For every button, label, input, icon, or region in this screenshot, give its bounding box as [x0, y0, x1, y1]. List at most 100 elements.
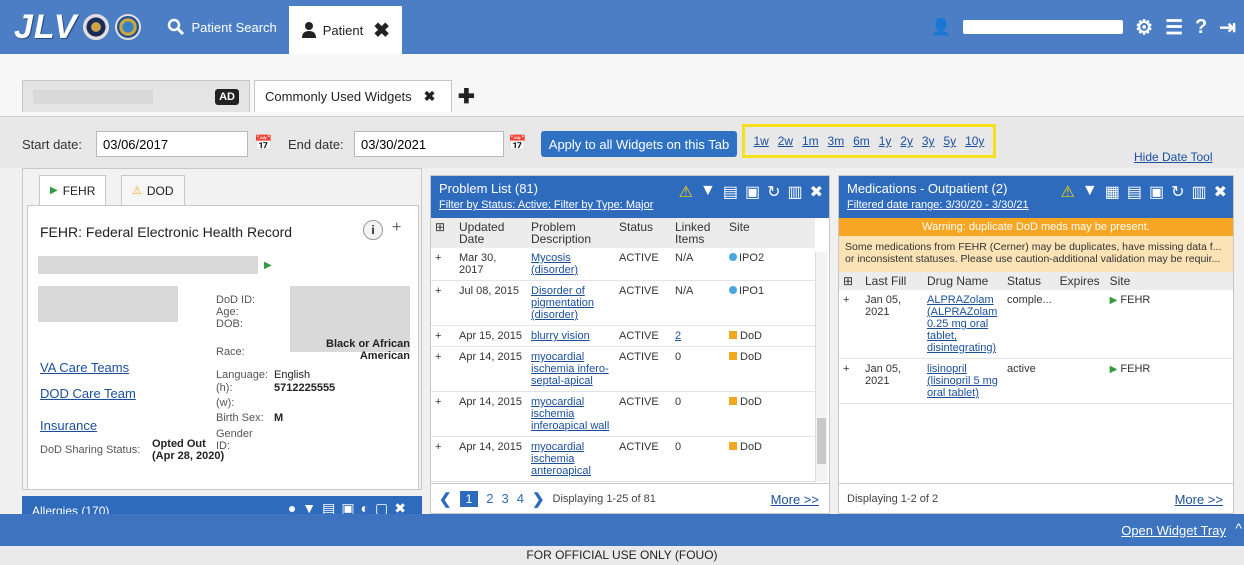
expand-icon[interactable]: +	[431, 248, 455, 281]
dod-care-team-link[interactable]: DOD Care Team	[40, 386, 136, 401]
problem-link[interactable]: myocardial ischemia anteroapical	[531, 441, 591, 477]
table-row[interactable]: + Jul 08, 2015 Disorder of pigmentation …	[431, 280, 815, 326]
refresh-icon[interactable]: ↻	[1171, 182, 1184, 202]
end-date-input[interactable]	[354, 131, 504, 157]
problem-link[interactable]: Disorder of pigmentation (disorder)	[531, 285, 594, 321]
hide-date-tool-link[interactable]: Hide Date Tool	[1134, 150, 1213, 164]
problem-link[interactable]: myocardial ischemia infero-septal-apical	[531, 351, 609, 387]
page-link-current[interactable]: 1	[459, 490, 479, 507]
column-header[interactable]: Updated Date	[455, 218, 527, 248]
scrollbar[interactable]	[815, 252, 827, 482]
expand-icon[interactable]: +	[839, 358, 861, 404]
close-icon[interactable]: ✖	[810, 182, 823, 202]
more-link[interactable]: More >>	[771, 492, 819, 507]
table-row[interactable]: + Jan 05, 2021 ALPRAZolam (ALPRAZolam 0.…	[839, 290, 1233, 359]
table-row[interactable]: + Apr 14, 2015 myocardial ischemia infer…	[431, 391, 815, 437]
start-date-input[interactable]	[96, 131, 248, 157]
table-row[interactable]: + Mar 30, 2017 Mycosis (disorder) ACTIVE…	[431, 248, 815, 281]
menu-icon[interactable]: ☰	[1165, 15, 1183, 40]
column-header[interactable]: Status	[1003, 272, 1056, 290]
clipboard-icon[interactable]: ▤	[1127, 182, 1142, 202]
drug-link[interactable]: lisinopril (lisinopril 5 mg oral tablet)	[927, 363, 998, 399]
tab-dod[interactable]: ⚠ DOD	[121, 175, 185, 205]
range-link[interactable]: 6m	[853, 134, 870, 148]
table-row[interactable]: + Apr 14, 2015 myocardial ischemia anter…	[431, 436, 815, 482]
range-link[interactable]: 2w	[778, 134, 793, 148]
help-icon[interactable]: ?	[1195, 16, 1207, 39]
clipboard-icon[interactable]: ▤	[723, 182, 738, 202]
range-link[interactable]: 10y	[965, 134, 984, 148]
page-link[interactable]: 4	[517, 491, 524, 506]
close-icon[interactable]: ✖	[424, 88, 436, 105]
drug-link[interactable]: ALPRAZolam (ALPRAZolam 0.25 mg oral tabl…	[927, 294, 997, 354]
column-header[interactable]: Last Fill	[861, 272, 923, 290]
range-link[interactable]: 3m	[828, 134, 845, 148]
column-header[interactable]: Problem Description	[527, 218, 615, 248]
filter-icon[interactable]: ▼	[700, 182, 716, 202]
gear-icon[interactable]: ⚙	[1135, 15, 1153, 40]
problem-link[interactable]: blurry vision	[531, 330, 590, 342]
tab-fehr[interactable]: ▶ FEHR	[39, 175, 107, 205]
patient-search-tab[interactable]: Patient Search	[155, 0, 288, 54]
filter-icon[interactable]: ▼	[1082, 182, 1098, 202]
info-icon[interactable]: i	[363, 220, 383, 240]
print-icon[interactable]: ▣	[745, 182, 760, 202]
problem-link[interactable]: Mycosis (disorder)	[531, 252, 578, 276]
problem-link[interactable]: myocardial ischemia inferoapical wall	[531, 396, 609, 432]
more-link[interactable]: More >>	[1175, 492, 1223, 507]
va-care-teams-link[interactable]: VA Care Teams	[40, 360, 129, 375]
table-row[interactable]: + Apr 15, 2015 blurry vision ACTIVE 2 Do…	[431, 325, 815, 347]
add-icon[interactable]: +	[392, 219, 401, 237]
patient-tab[interactable]: Patient ✖	[288, 6, 403, 54]
range-link[interactable]: 1w	[753, 134, 768, 148]
calendar-icon[interactable]: 📅	[508, 134, 527, 152]
range-link[interactable]: 5y	[943, 134, 956, 148]
expand-all-icon[interactable]: ⊞	[839, 272, 861, 290]
expand-icon[interactable]: +	[431, 280, 455, 326]
expand-icon[interactable]: +	[839, 290, 861, 359]
calendar-icon[interactable]: 📅	[254, 134, 273, 152]
column-header[interactable]: Status	[615, 218, 671, 248]
allergies-toolbar-icons[interactable]: ●▼▤▣◐▢✖	[288, 500, 412, 514]
add-tab-icon[interactable]: ✚	[458, 84, 475, 109]
prev-page-icon[interactable]: ❮	[439, 490, 452, 508]
range-link[interactable]: 1y	[879, 134, 892, 148]
column-header[interactable]: Linked Items	[671, 218, 725, 248]
open-widget-tray-link[interactable]: Open Widget Tray	[1121, 523, 1226, 538]
range-link[interactable]: 2y	[900, 134, 913, 148]
table-row[interactable]: + Apr 14, 2015 myocardial ischemia infer…	[431, 346, 815, 392]
columns-icon[interactable]: ▥	[1191, 182, 1206, 202]
insurance-link[interactable]: Insurance	[40, 418, 97, 433]
logout-icon[interactable]: ⇥	[1219, 15, 1236, 40]
close-icon[interactable]: ✖	[1214, 182, 1227, 202]
linked-items-link[interactable]: 2	[675, 330, 681, 342]
calendar-icon[interactable]: ▦	[1105, 182, 1120, 202]
columns-icon[interactable]: ▥	[787, 182, 802, 202]
expand-all-icon[interactable]: ⊞	[431, 218, 455, 248]
expand-icon[interactable]: +	[431, 346, 455, 392]
apply-all-widgets-button[interactable]: Apply to all Widgets on this Tab	[541, 131, 737, 157]
commonly-used-widgets-tab[interactable]: Commonly Used Widgets ✖	[254, 80, 452, 112]
chevron-up-icon[interactable]: ^	[1235, 520, 1242, 536]
close-tab-icon[interactable]: ✖	[373, 18, 390, 43]
next-page-icon[interactable]: ❯	[532, 490, 545, 508]
range-link[interactable]: 1m	[802, 134, 819, 148]
page-link[interactable]: 3	[502, 491, 509, 506]
expand-icon[interactable]: +	[431, 391, 455, 437]
column-header[interactable]: Site	[725, 218, 815, 248]
column-header[interactable]: Drug Name	[923, 272, 1003, 290]
expand-icon[interactable]: +	[431, 325, 455, 347]
column-header[interactable]: Site	[1105, 272, 1233, 290]
scrollbar-thumb[interactable]	[817, 418, 826, 464]
table-row[interactable]: + Jan 05, 2021 lisinopril (lisinopril 5 …	[839, 358, 1233, 404]
print-icon[interactable]: ▣	[1149, 182, 1164, 202]
problem-list-filter-link[interactable]: Filter by Status: Active; Filter by Type…	[439, 199, 653, 211]
refresh-icon[interactable]: ↻	[767, 182, 780, 202]
expand-icon[interactable]: +	[431, 436, 455, 482]
page-link[interactable]: 2	[486, 491, 493, 506]
patient-name-tab[interactable]: AD	[22, 80, 250, 112]
medications-filter-link[interactable]: Filtered date range: 3/30/20 - 3/30/21	[847, 199, 1029, 211]
range-link[interactable]: 3y	[922, 134, 935, 148]
warning-icon[interactable]: ⚠	[679, 182, 693, 202]
column-header[interactable]: Expires	[1055, 272, 1106, 290]
